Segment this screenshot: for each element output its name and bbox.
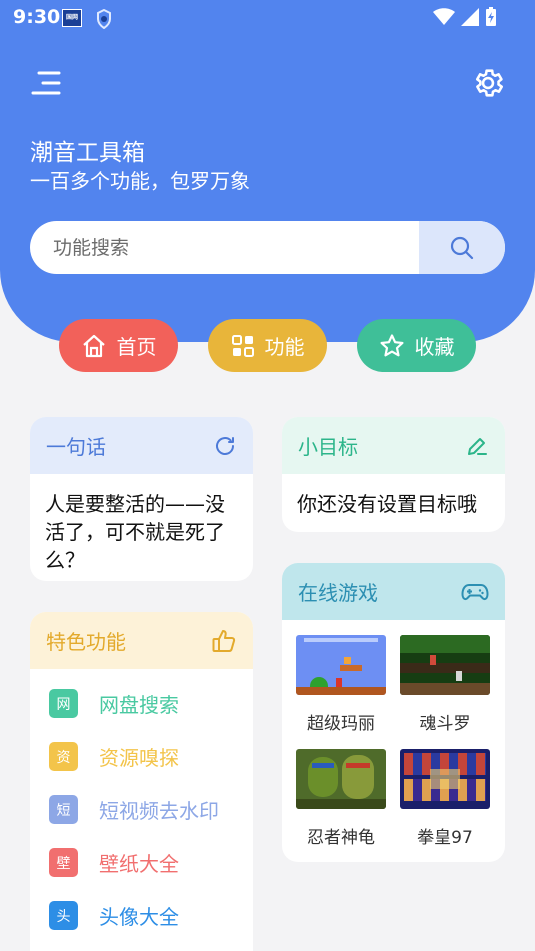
sim-icon: 国网 bbox=[62, 9, 82, 27]
feature-badge: 壁 bbox=[49, 848, 78, 877]
game-thumbnail bbox=[400, 749, 490, 809]
feature-badge: 网 bbox=[49, 689, 78, 718]
settings-button[interactable] bbox=[471, 66, 505, 100]
search-bar bbox=[30, 221, 505, 274]
games-card: 在线游戏 超级玛丽 魂斗罗 忍者神龟 拳皇97 bbox=[282, 563, 505, 862]
feature-item-avatars[interactable]: 头 头像大全 bbox=[30, 889, 253, 942]
game-thumbnail bbox=[296, 635, 386, 695]
search-button[interactable] bbox=[419, 221, 505, 274]
nav-favorites-button[interactable]: 收藏 bbox=[357, 319, 476, 372]
nav-home-label: 首页 bbox=[116, 335, 157, 359]
search-input[interactable] bbox=[30, 221, 418, 274]
goal-card-title: 小目标 bbox=[298, 435, 358, 459]
home-icon bbox=[82, 334, 105, 357]
feature-badge: 头 bbox=[49, 901, 78, 930]
feature-label: 网盘搜索 bbox=[99, 693, 179, 717]
features-card-title: 特色功能 bbox=[46, 630, 126, 654]
game-name: 超级玛丽 bbox=[307, 714, 375, 734]
game-thumbnail bbox=[296, 749, 386, 809]
nav-favorites-label: 收藏 bbox=[414, 335, 455, 359]
nav-features-button[interactable]: 功能 bbox=[208, 319, 327, 372]
app-subtitle: 一百多个功能，包罗万象 bbox=[30, 169, 250, 193]
features-card: 特色功能 网 网盘搜索 资 资源嗅探 短 短视频去水印 壁 壁纸大全 头 头像大… bbox=[30, 612, 253, 951]
nav-home-button[interactable]: 首页 bbox=[59, 319, 178, 372]
games-card-header: 在线游戏 bbox=[282, 563, 505, 620]
signal-icon bbox=[461, 8, 479, 26]
edit-icon[interactable] bbox=[465, 434, 489, 458]
game-name: 拳皇97 bbox=[417, 828, 473, 848]
game-name: 魂斗罗 bbox=[419, 714, 471, 734]
game-thumbnail bbox=[400, 635, 490, 695]
menu-icon bbox=[31, 71, 61, 95]
game-item-contra[interactable]: 魂斗罗 bbox=[400, 635, 490, 734]
menu-button[interactable] bbox=[31, 69, 63, 97]
quote-card-title: 一句话 bbox=[46, 435, 106, 459]
game-item-tmnt[interactable]: 忍者神龟 bbox=[296, 749, 386, 848]
thumbs-up-icon bbox=[212, 629, 236, 652]
goal-card[interactable]: 小目标 你还没有设置目标哦 bbox=[282, 417, 505, 532]
quote-card-header: 一句话 bbox=[30, 417, 253, 474]
app-title: 潮音工具箱 bbox=[30, 140, 145, 166]
features-card-header: 特色功能 bbox=[30, 612, 253, 669]
goal-text: 你还没有设置目标哦 bbox=[297, 492, 477, 516]
game-item-mario[interactable]: 超级玛丽 bbox=[296, 635, 386, 734]
games-card-title: 在线游戏 bbox=[298, 581, 378, 605]
battery-icon bbox=[486, 7, 496, 26]
game-name: 忍者神龟 bbox=[307, 828, 375, 848]
game-item-kof97[interactable]: 拳皇97 bbox=[400, 749, 490, 848]
grid-icon bbox=[231, 334, 254, 357]
gear-icon bbox=[475, 69, 504, 97]
feature-label: 头像大全 bbox=[99, 905, 179, 929]
search-icon bbox=[450, 236, 474, 259]
goal-card-header: 小目标 bbox=[282, 417, 505, 474]
gamepad-icon bbox=[461, 583, 489, 600]
feature-item-wallpapers[interactable]: 壁 壁纸大全 bbox=[30, 836, 253, 889]
quote-card: 一句话 人是要整活的——没活了，可不就是死了么？ bbox=[30, 417, 253, 581]
nav-features-label: 功能 bbox=[264, 335, 305, 359]
star-icon bbox=[380, 333, 403, 356]
status-bar: 9:30 国网 bbox=[0, 0, 535, 36]
feature-badge: 资 bbox=[49, 742, 78, 771]
feature-label: 壁纸大全 bbox=[99, 852, 179, 876]
feature-item-cloud-search[interactable]: 网 网盘搜索 bbox=[30, 677, 253, 730]
feature-item-resource-sniff[interactable]: 资 资源嗅探 bbox=[30, 730, 253, 783]
feature-item-watermark-remove[interactable]: 短 短视频去水印 bbox=[30, 783, 253, 836]
feature-label: 短视频去水印 bbox=[99, 799, 219, 823]
status-time: 9:30 bbox=[13, 6, 61, 28]
feature-badge: 短 bbox=[49, 795, 78, 824]
wifi-icon bbox=[433, 8, 455, 25]
shield-icon bbox=[96, 8, 112, 34]
quote-text: 人是要整活的——没活了，可不就是死了么？ bbox=[45, 492, 225, 572]
refresh-icon[interactable] bbox=[213, 434, 237, 458]
feature-label: 资源嗅探 bbox=[99, 746, 179, 770]
